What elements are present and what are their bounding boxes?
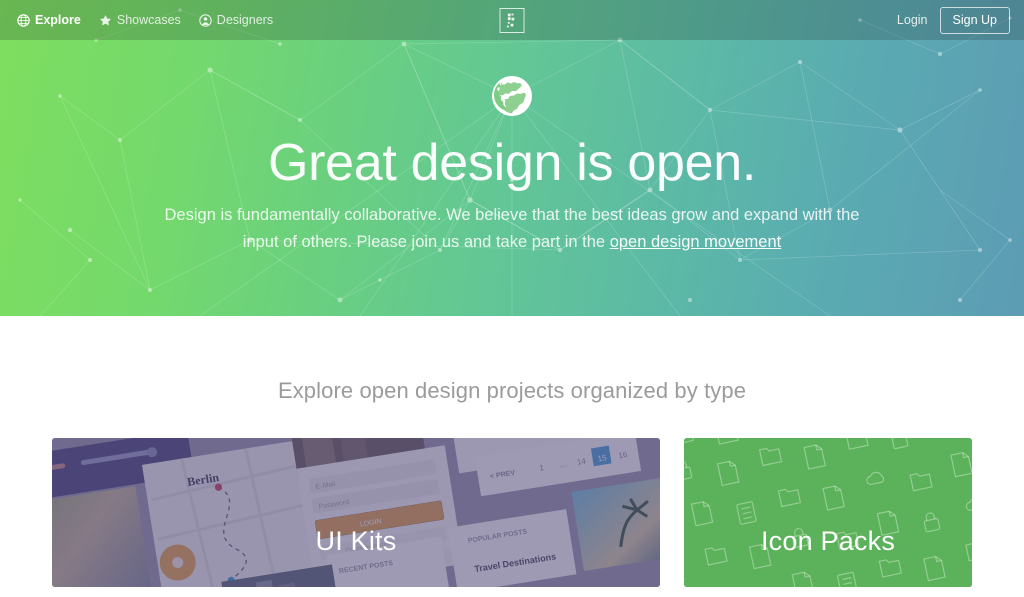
nav-item-label: Designers: [216, 12, 274, 27]
card-label: Icon Packs: [760, 526, 896, 556]
hero-title: Great design is open.: [267, 134, 756, 192]
nav-item-showcases[interactable]: Showcases: [99, 14, 181, 27]
globe-icon: [488, 72, 536, 120]
nav-item-explore[interactable]: Explore: [17, 14, 81, 27]
category-card-icon-packs[interactable]: Icon Packs: [684, 438, 972, 587]
hero-subtitle: Design is fundamentally collaborative. W…: [147, 202, 877, 255]
category-card-grid: Road Trip / 2014 Berlin Prague: [52, 438, 972, 587]
nav-right-group: Login Sign Up: [897, 0, 1010, 40]
open-design-movement-link[interactable]: open design movement: [610, 233, 782, 251]
section-heading: Explore open design projects organized b…: [277, 378, 747, 403]
login-link[interactable]: Login: [897, 13, 928, 27]
star-icon: [99, 14, 112, 27]
nav-item-label: Showcases: [116, 12, 181, 27]
nav-item-designers[interactable]: Designers: [199, 14, 273, 27]
nav-item-label: Explore: [35, 12, 81, 27]
category-card-ui-kits[interactable]: Road Trip / 2014 Berlin Prague: [52, 438, 660, 587]
card-label: UI Kits: [315, 526, 397, 556]
hero-banner: Explore Showcases Designers Login Sign U…: [0, 0, 1024, 316]
pixel-square-logo-icon[interactable]: [499, 8, 525, 33]
card-overlay: [52, 438, 660, 587]
globe-icon: [17, 13, 30, 27]
signup-button[interactable]: Sign Up: [939, 6, 1010, 34]
top-navigation-bar: Explore Showcases Designers Login Sign U…: [0, 0, 1024, 40]
icon-packs-pattern: [684, 438, 972, 587]
nav-left-group: Explore Showcases Designers: [17, 14, 273, 27]
user-icon: [199, 13, 212, 27]
explore-section: Explore open design projects organized b…: [0, 316, 1024, 587]
